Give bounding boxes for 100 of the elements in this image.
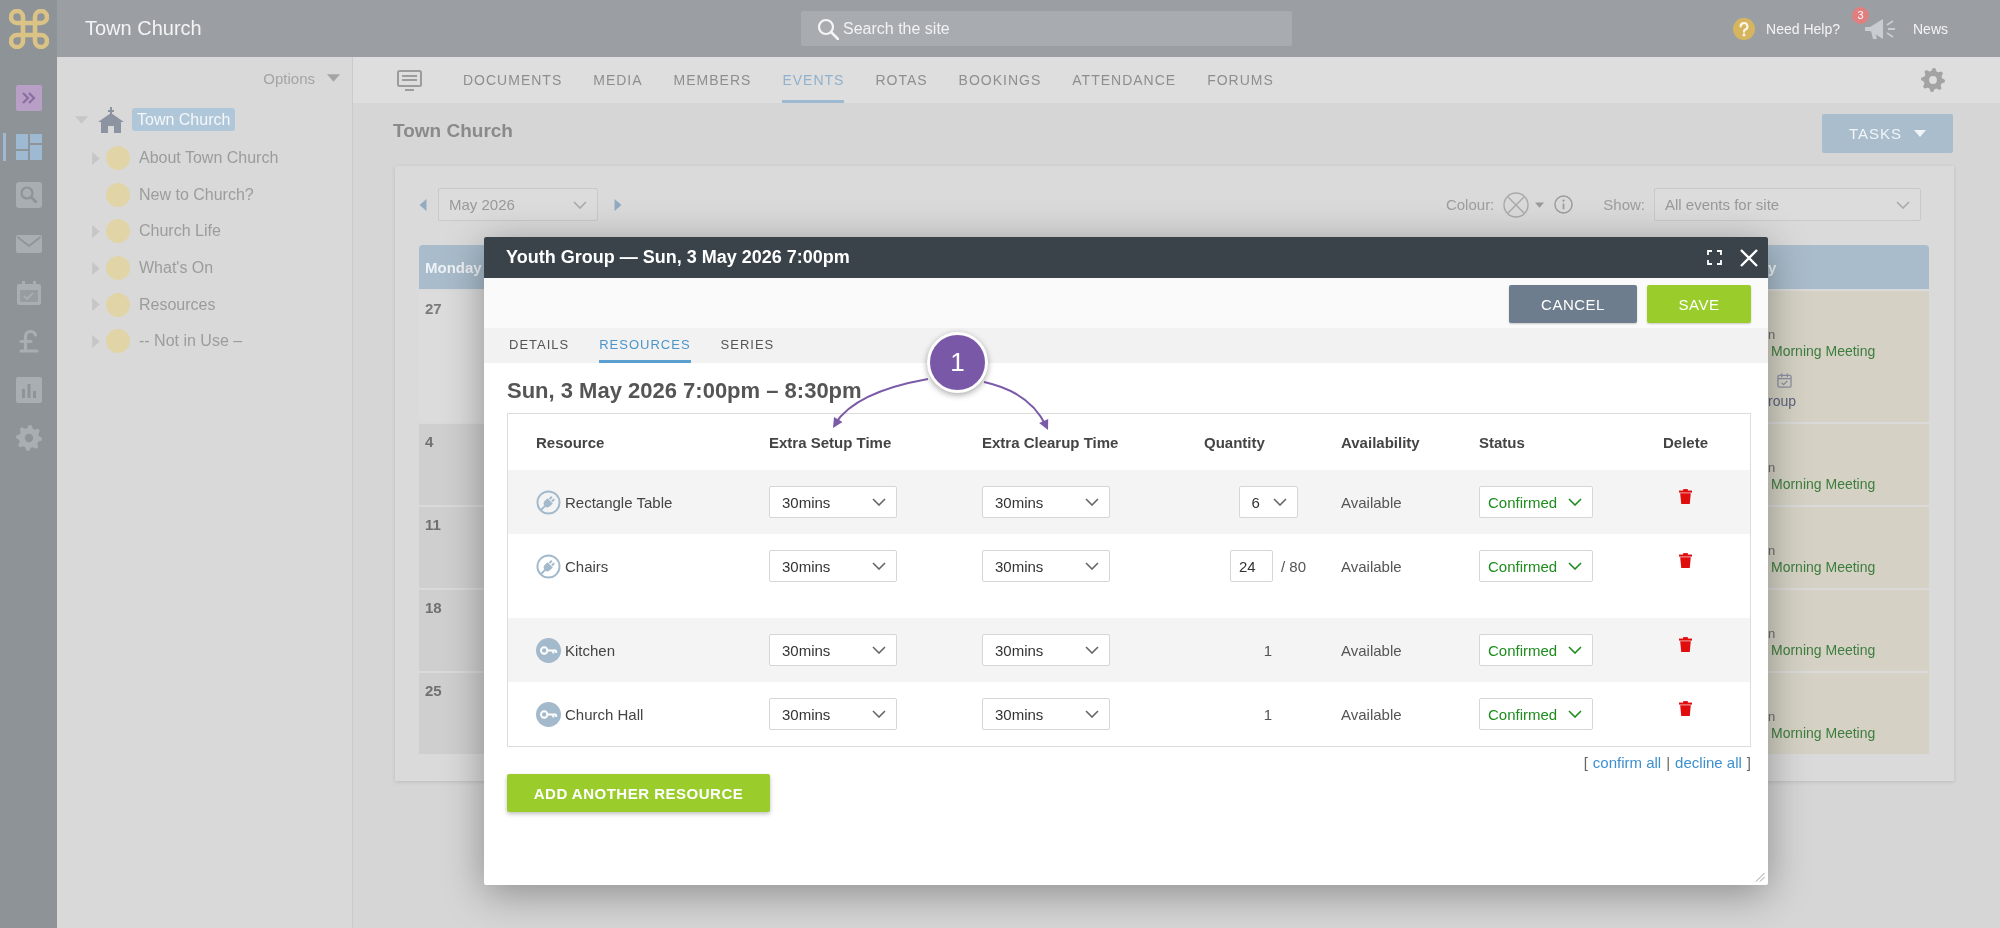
tasks-button[interactable]: TASKS	[1822, 114, 1953, 153]
nav-tab[interactable]: FORUMS	[1207, 57, 1274, 103]
nav-tab[interactable]: MEDIA	[593, 57, 643, 103]
setup-time-select[interactable]: 30mins	[769, 698, 897, 730]
column-header: Availability	[1341, 433, 1421, 451]
event-time: n	[1768, 459, 1776, 476]
settings-icon[interactable]	[1921, 68, 1945, 92]
event-time: n	[1768, 326, 1776, 343]
quantity-select[interactable]: 6	[1238, 486, 1298, 518]
cancel-button[interactable]: CANCEL	[1509, 285, 1637, 323]
trash-icon[interactable]	[1679, 553, 1692, 568]
clearup-time-select[interactable]: 30mins	[982, 486, 1110, 518]
resource-name: Church Hall	[565, 705, 644, 723]
search-icon	[817, 17, 839, 40]
chevron-down-icon	[872, 710, 886, 718]
availability-text: Available	[1341, 641, 1402, 659]
tree-item[interactable]: -- Not in Use –	[139, 332, 243, 351]
circle-icon	[106, 292, 130, 317]
chevron-down-icon	[573, 200, 587, 209]
event-title[interactable]: Morning Meeting	[1771, 642, 1876, 659]
chevron-down-icon	[1568, 562, 1582, 570]
tree-item[interactable]: What's On	[139, 259, 214, 278]
availability-text: Available	[1341, 493, 1402, 511]
quantity-value: 1	[1263, 705, 1273, 723]
help-icon[interactable]	[1733, 17, 1756, 40]
chevron-down-icon	[1085, 498, 1099, 506]
column-header: Extra Clearup Time	[982, 433, 1120, 451]
fullscreen-icon[interactable]	[1707, 250, 1722, 265]
month-select[interactable]: May 2026	[438, 188, 598, 221]
column-header: Resource	[535, 433, 606, 451]
status-select[interactable]: Confirmed	[1479, 634, 1593, 666]
help-link[interactable]: Need Help?	[1766, 20, 1840, 37]
availability-text: Available	[1341, 557, 1402, 575]
status-select[interactable]: Confirmed	[1479, 698, 1593, 730]
info-icon[interactable]	[1554, 195, 1574, 214]
circle-icon	[106, 329, 130, 354]
date-number: 18	[425, 599, 442, 616]
resource-name: Kitchen	[565, 641, 616, 659]
close-icon[interactable]	[1740, 248, 1758, 267]
availability-text: Available	[1341, 705, 1402, 723]
tree-item[interactable]: New to Church?	[139, 185, 254, 204]
chevron-down-icon	[872, 562, 886, 570]
tree-item[interactable]: About Town Church	[139, 149, 279, 168]
trash-icon[interactable]	[1679, 701, 1692, 716]
event-title[interactable]: Morning Meeting	[1771, 476, 1876, 493]
event-title[interactable]: Morning Meeting	[1771, 559, 1876, 576]
caret-right-icon[interactable]	[614, 198, 622, 211]
clearup-time-select[interactable]: 30mins	[982, 550, 1110, 582]
monitor-icon[interactable]	[397, 69, 422, 91]
setup-time-select[interactable]: 30mins	[769, 486, 897, 518]
clearup-time-select[interactable]: 30mins	[982, 634, 1110, 666]
tab[interactable]: DETAILS	[509, 328, 570, 363]
show-select[interactable]: All events for site	[1654, 188, 1921, 221]
date-number: 25	[425, 682, 442, 699]
bar-chart-icon	[15, 376, 42, 403]
nav-tab[interactable]: ROTAS	[875, 57, 928, 103]
save-button[interactable]: SAVE	[1647, 285, 1751, 323]
colour-swatch-icon[interactable]	[1503, 191, 1530, 218]
modal-title: Youth Group — Sun, 3 May 2026 7:00pm	[506, 247, 850, 268]
news-link[interactable]: News	[1913, 20, 1948, 37]
nav-tab[interactable]: DOCUMENTS	[463, 57, 563, 103]
show-label: Show:	[1603, 196, 1645, 213]
clearup-time-select[interactable]: 30mins	[982, 698, 1110, 730]
site-name[interactable]: Town Church	[85, 17, 202, 40]
tree-item[interactable]: Resources	[139, 295, 216, 314]
search-field[interactable]: Search the site	[801, 11, 1292, 46]
nav-tab[interactable]: MEMBERS	[673, 57, 752, 103]
caret-left-icon[interactable]	[419, 198, 427, 211]
caret-down-icon[interactable]	[1535, 201, 1545, 208]
circle-icon	[106, 146, 130, 171]
status-select[interactable]: Confirmed	[1479, 550, 1593, 582]
quantity-value: 1	[1263, 641, 1273, 659]
day-header: Monday	[419, 245, 484, 289]
quantity-input[interactable]: 24	[1230, 550, 1273, 582]
nav-tab[interactable]: BOOKINGS	[958, 57, 1042, 103]
caret-down-icon	[1914, 130, 1927, 137]
tab[interactable]: SERIES	[720, 328, 775, 363]
nav-tab[interactable]: ATTENDANCE	[1072, 57, 1177, 103]
tab[interactable]: RESOURCES	[599, 328, 691, 363]
event-time-heading: Sun, 3 May 2026 7:00pm – 8:30pm	[507, 378, 862, 404]
setup-time-select[interactable]: 30mins	[769, 550, 897, 582]
resource-name: Chairs	[565, 557, 609, 575]
status-select[interactable]: Confirmed	[1479, 486, 1593, 518]
circle-icon	[106, 182, 130, 207]
setup-time-select[interactable]: 30mins	[769, 634, 897, 666]
add-resource-button[interactable]: ADD ANOTHER RESOURCE	[507, 774, 770, 812]
logo-icon[interactable]	[8, 8, 49, 49]
house-icon	[97, 106, 125, 133]
event-title[interactable]: Morning Meeting	[1771, 343, 1876, 360]
decline-all-link[interactable]: decline all	[1675, 753, 1742, 771]
event-title[interactable]: roup	[1768, 393, 1797, 410]
resize-grip-icon[interactable]	[1755, 872, 1765, 882]
chevron-down-icon	[872, 646, 886, 654]
trash-icon[interactable]	[1679, 489, 1692, 504]
chevron-down-icon	[1568, 710, 1582, 718]
tree-item[interactable]: Church Life	[139, 222, 221, 241]
event-title[interactable]: Morning Meeting	[1771, 725, 1876, 742]
date-number: 4	[425, 433, 434, 450]
trash-icon[interactable]	[1679, 637, 1692, 652]
confirm-all-link[interactable]: confirm all	[1592, 753, 1662, 771]
